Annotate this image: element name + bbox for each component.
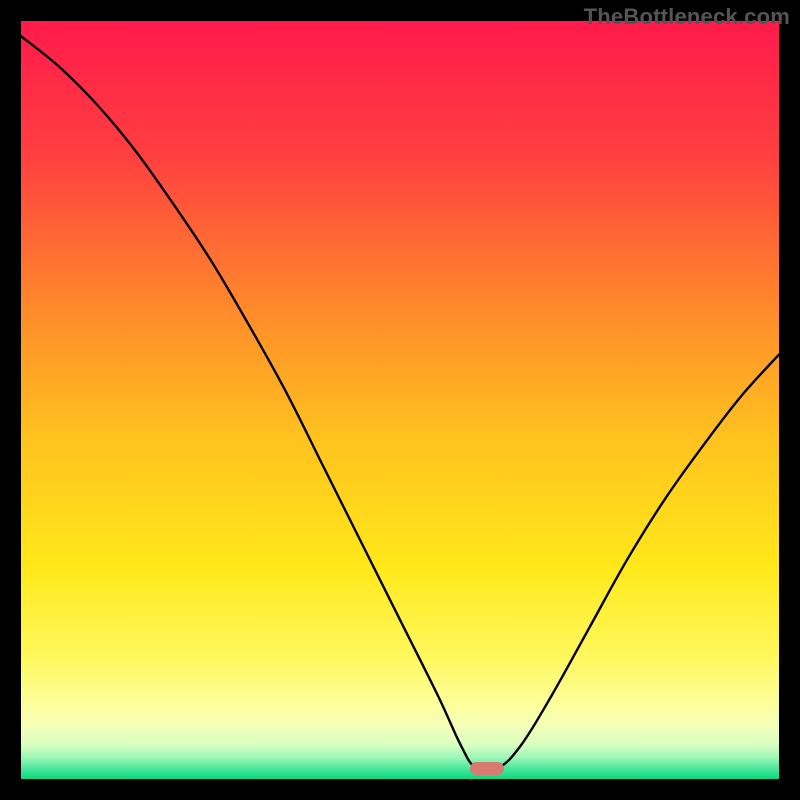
curve-layer: [21, 21, 779, 779]
bottleneck-curve: [21, 36, 779, 771]
optimal-marker: [470, 762, 504, 775]
plot-area: [21, 21, 779, 779]
watermark-text: TheBottleneck.com: [584, 4, 790, 30]
chart-frame: TheBottleneck.com: [0, 0, 800, 800]
